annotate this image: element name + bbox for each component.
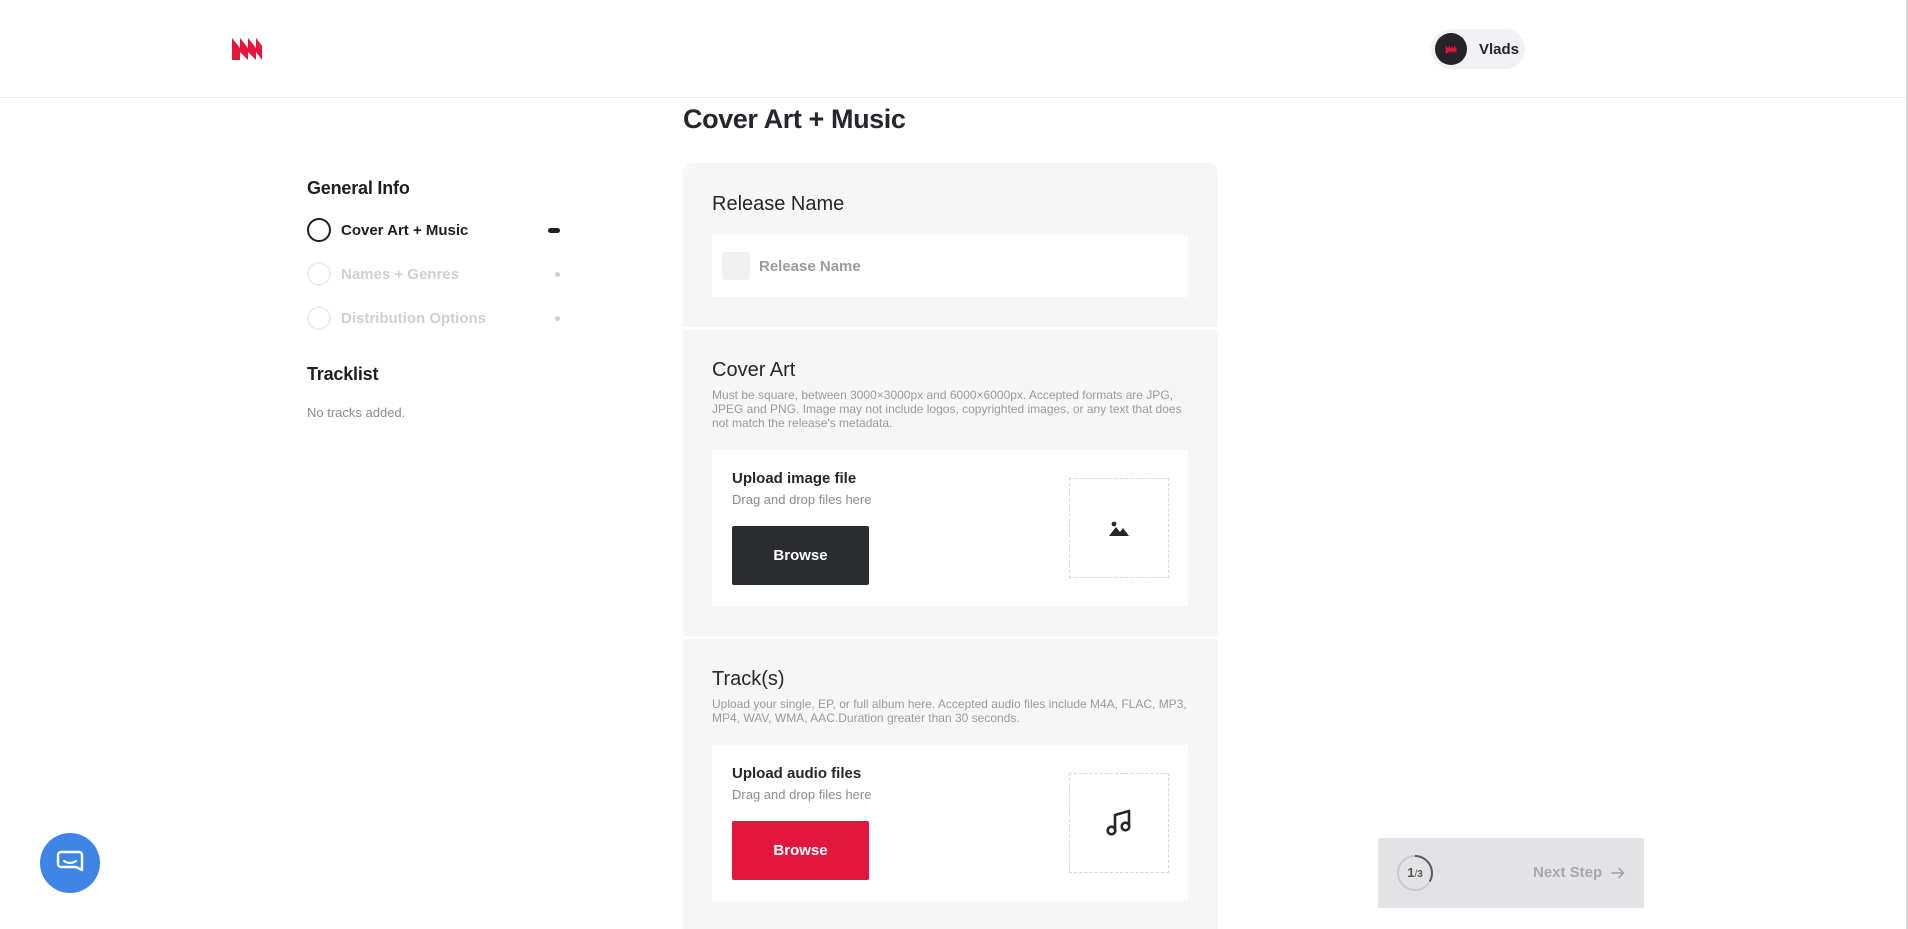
chat-bubble-icon xyxy=(56,850,84,872)
user-name: Vlads xyxy=(1479,40,1520,58)
section-title: Track(s) xyxy=(712,668,785,690)
step-sidebar: General Info Cover Art + Music Names + G… xyxy=(307,178,567,420)
input-prefix-icon xyxy=(722,252,750,280)
section-title: Release Name xyxy=(712,193,845,215)
brand-logo-icon[interactable] xyxy=(231,34,263,62)
step-indicator-icon xyxy=(307,306,331,330)
audio-preview-box[interactable] xyxy=(1069,773,1169,873)
step-label: Names + Genres xyxy=(341,265,459,283)
release-name-input[interactable]: Release Name xyxy=(712,235,1188,297)
next-step-label: Next Step xyxy=(1533,864,1603,881)
step-indicator-icon xyxy=(307,262,331,286)
section-description: Upload your single, EP, or full album he… xyxy=(712,697,1187,725)
progress-count: 1/3 xyxy=(1407,865,1423,880)
music-note-icon xyxy=(1106,809,1131,836)
user-menu-button[interactable]: Vlads xyxy=(1431,29,1525,69)
arrow-right-icon xyxy=(1611,867,1625,879)
active-step-marker xyxy=(548,227,560,233)
avatar xyxy=(1435,33,1467,65)
tracklist-heading: Tracklist xyxy=(307,364,379,384)
step-names-genres[interactable]: Names + Genres xyxy=(307,252,567,296)
help-chat-button[interactable] xyxy=(40,833,100,893)
browse-image-button[interactable]: Browse xyxy=(732,526,869,585)
next-step-button[interactable]: 1/3 Next Step xyxy=(1378,838,1644,908)
cover-art-section: Cover Art Must be square, between 3000×3… xyxy=(683,330,1218,636)
progress-total: 3 xyxy=(1417,869,1423,880)
section-title: Cover Art xyxy=(712,359,796,381)
browse-audio-button[interactable]: Browse xyxy=(732,821,869,880)
step-status-dot xyxy=(555,271,560,277)
upload-title: Upload audio files xyxy=(732,765,862,782)
audio-upload-dropzone[interactable]: Upload audio files Drag and drop files h… xyxy=(712,745,1188,901)
general-info-heading: General Info xyxy=(307,178,410,198)
step-status-dot xyxy=(555,315,560,321)
step-label: Distribution Options xyxy=(341,309,486,327)
image-upload-dropzone[interactable]: Upload image file Drag and drop files he… xyxy=(712,450,1188,606)
tracks-section: Track(s) Upload your single, EP, or full… xyxy=(683,639,1218,929)
release-name-section: Release Name Release Name xyxy=(683,163,1218,327)
tracklist-empty-text: No tracks added. xyxy=(307,405,406,420)
section-description: Must be square, between 3000×3000px and … xyxy=(712,388,1182,430)
release-name-placeholder: Release Name xyxy=(759,257,861,275)
step-indicator-icon xyxy=(307,218,331,242)
image-preview-box[interactable] xyxy=(1069,478,1169,578)
upload-subtitle: Drag and drop files here xyxy=(732,787,872,802)
step-label: Cover Art + Music xyxy=(341,221,469,239)
upload-title: Upload image file xyxy=(732,470,857,487)
upload-subtitle: Drag and drop files here xyxy=(732,492,872,507)
avatar-logo-icon xyxy=(1445,45,1457,54)
step-cover-art-music[interactable]: Cover Art + Music xyxy=(307,208,567,252)
top-header: Vlads xyxy=(0,0,1906,98)
page-title: Cover Art + Music xyxy=(683,104,906,134)
image-icon xyxy=(1109,521,1129,536)
step-distribution-options[interactable]: Distribution Options xyxy=(307,296,567,340)
